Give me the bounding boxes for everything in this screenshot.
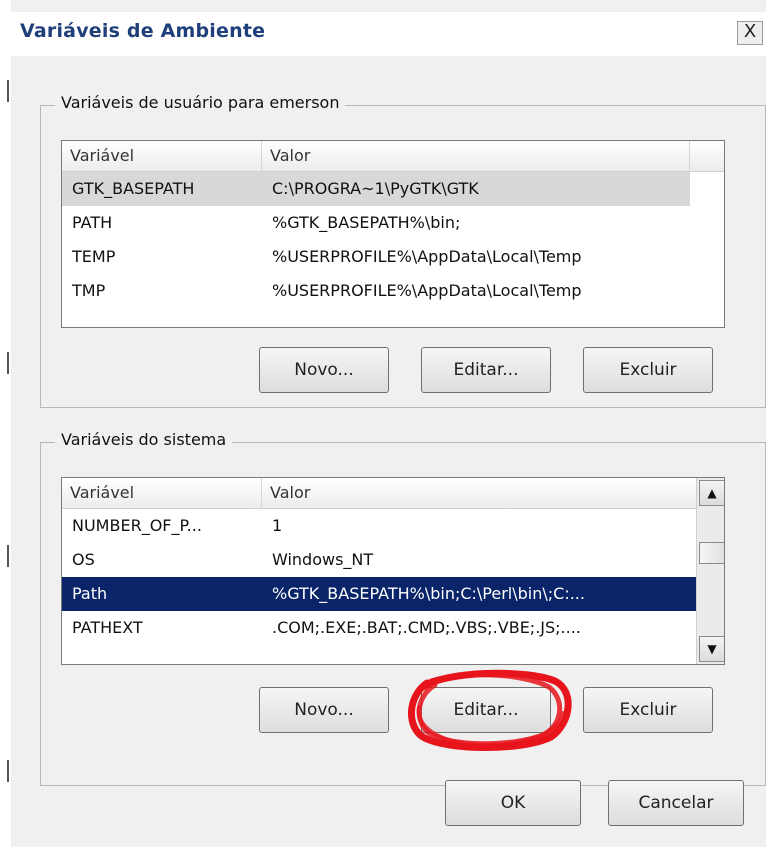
table-row[interactable]: GTK_BASEPATH C:\PROGRA~1\PyGTK\GTK xyxy=(62,172,690,206)
user-delete-button[interactable]: Excluir xyxy=(583,347,713,393)
background-mark xyxy=(7,80,9,102)
list-header: Variável Valor xyxy=(62,141,724,172)
background-mark xyxy=(7,352,9,374)
variable-value: %USERPROFILE%\AppData\Local\Temp xyxy=(272,281,582,300)
variable-value: C:\PROGRA~1\PyGTK\GTK xyxy=(272,179,479,198)
cancel-button[interactable]: Cancelar xyxy=(608,780,744,826)
title-bar[interactable]: Variáveis de Ambiente X xyxy=(8,12,766,56)
variable-value: %GTK_BASEPATH%\bin; xyxy=(272,213,461,232)
background-edge xyxy=(0,0,11,847)
variable-value: %USERPROFILE%\AppData\Local\Temp xyxy=(272,247,582,266)
environment-variables-dialog: Variáveis de Ambiente X Variáveis de usu… xyxy=(0,0,766,847)
scroll-down-arrow[interactable]: ▼ xyxy=(699,636,724,662)
background-mark xyxy=(7,545,9,567)
table-row[interactable]: PATHEXT .COM;.EXE;.BAT;.CMD;.VBS;.VBE;.J… xyxy=(62,611,696,645)
column-header-value[interactable]: Valor xyxy=(262,478,696,508)
variable-value: .COM;.EXE;.BAT;.CMD;.VBS;.VBE;.JS;.... xyxy=(272,618,581,637)
variable-name: PATHEXT xyxy=(72,618,143,637)
user-edit-button[interactable]: Editar... xyxy=(421,347,551,393)
user-variables-label: Variáveis de usuário para emerson xyxy=(55,93,346,112)
list-header: Variável Valor xyxy=(62,478,696,509)
variable-name: TMP xyxy=(72,281,106,300)
column-header-value[interactable]: Valor xyxy=(262,141,690,171)
system-variables-group: Variáveis do sistema Variável Valor NUMB… xyxy=(40,430,766,786)
system-variables-list[interactable]: Variável Valor NUMBER_OF_P... 1 OS Windo… xyxy=(61,477,725,665)
column-header-variable[interactable]: Variável xyxy=(62,478,262,508)
system-variables-label: Variáveis do sistema xyxy=(55,430,233,449)
close-icon: X xyxy=(743,21,757,42)
table-row[interactable]: NUMBER_OF_P... 1 xyxy=(62,509,696,543)
scroll-thumb[interactable] xyxy=(699,542,724,564)
table-row-selected[interactable]: Path %GTK_BASEPATH%\bin;C:\Perl\bin\;C:.… xyxy=(62,577,696,611)
ok-button[interactable]: OK xyxy=(445,780,581,826)
system-new-button[interactable]: Novo... xyxy=(259,687,389,733)
user-new-button[interactable]: Novo... xyxy=(259,347,389,393)
arrow-down-icon: ▼ xyxy=(707,642,717,656)
variable-value: %GTK_BASEPATH%\bin;C:\Perl\bin\;C:... xyxy=(272,584,585,603)
table-row[interactable]: OS Windows_NT xyxy=(62,543,696,577)
user-variables-list[interactable]: Variável Valor GTK_BASEPATH C:\PROGRA~1\… xyxy=(61,140,725,328)
user-variables-group: Variáveis de usuário para emerson Variáv… xyxy=(40,93,766,408)
variable-name: GTK_BASEPATH xyxy=(72,179,195,198)
variable-name: OS xyxy=(72,550,95,569)
close-button[interactable]: X xyxy=(737,21,763,45)
variable-value: 1 xyxy=(272,516,283,535)
system-delete-button[interactable]: Excluir xyxy=(583,687,713,733)
variable-name: NUMBER_OF_P... xyxy=(72,516,202,535)
arrow-up-icon: ▲ xyxy=(707,486,717,500)
table-row[interactable]: PATH %GTK_BASEPATH%\bin; xyxy=(62,206,690,240)
vertical-scrollbar[interactable]: ▲ ▼ xyxy=(696,478,724,664)
variable-value: Windows_NT xyxy=(272,550,374,569)
dialog-body: Variáveis de usuário para emerson Variáv… xyxy=(14,56,766,847)
variable-name: TEMP xyxy=(72,247,116,266)
system-edit-button[interactable]: Editar... xyxy=(421,687,551,733)
dialog-title: Variáveis de Ambiente xyxy=(20,20,266,42)
table-row[interactable]: TMP %USERPROFILE%\AppData\Local\Temp xyxy=(62,274,690,308)
table-row[interactable]: TEMP %USERPROFILE%\AppData\Local\Temp xyxy=(62,240,690,274)
column-header-variable[interactable]: Variável xyxy=(62,141,262,171)
variable-name: Path xyxy=(72,584,108,603)
background-mark xyxy=(7,760,9,782)
scroll-up-arrow[interactable]: ▲ xyxy=(699,480,724,506)
variable-name: PATH xyxy=(72,213,113,232)
